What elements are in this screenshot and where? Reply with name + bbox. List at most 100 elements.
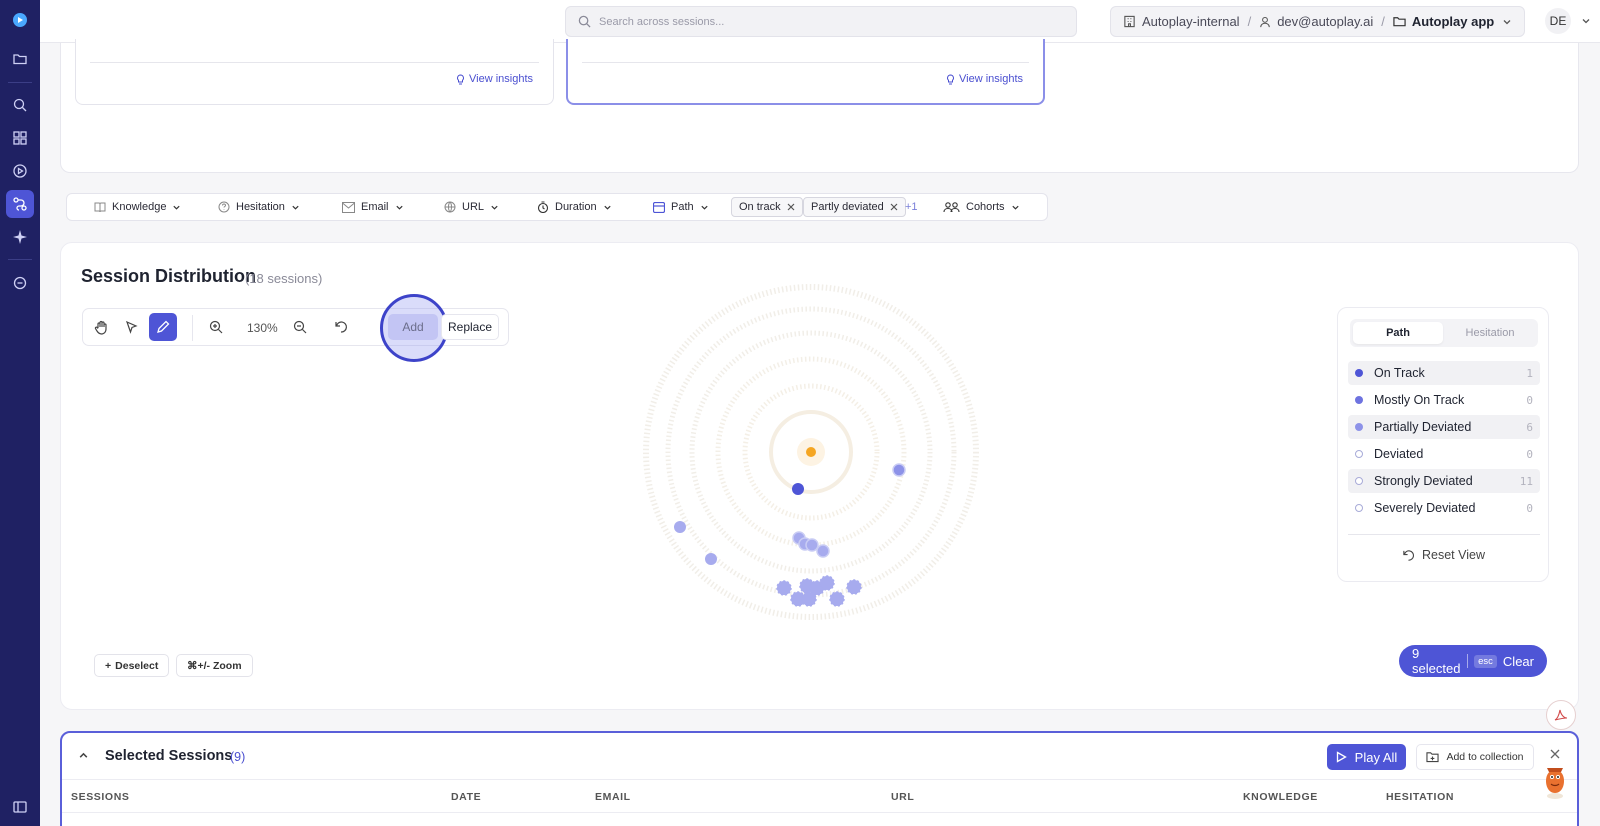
dashboard-icon[interactable]: [6, 124, 34, 152]
paths-icon[interactable]: [6, 190, 34, 218]
replace-mode-button[interactable]: Replace: [441, 314, 499, 340]
legend-count: 1: [1526, 366, 1533, 380]
chevron-down-icon: [701, 205, 708, 210]
play-icon: [1336, 751, 1347, 763]
building-icon: [1124, 15, 1135, 28]
close-icon[interactable]: [787, 203, 795, 211]
table-header: SESSIONS DATE EMAIL URL KNOWLEDGE HESITA…: [62, 779, 1577, 813]
chevron-down-icon: [1011, 205, 1019, 210]
legend-label: On Track: [1374, 366, 1425, 380]
filter-url[interactable]: URL: [444, 194, 499, 220]
zoom-in-button[interactable]: [202, 313, 230, 341]
play-all-label: Play All: [1354, 749, 1398, 765]
breadcrumb[interactable]: Autoplay-internal / dev@autoplay.ai / Au…: [1110, 6, 1525, 37]
deselect-label: Deselect: [115, 659, 159, 672]
selected-sessions-panel: Selected Sessions (9) Play All Add to co…: [60, 731, 1579, 826]
filter-email[interactable]: Email: [342, 194, 404, 220]
acrobat-icon[interactable]: [1546, 700, 1576, 730]
timer-icon: [537, 201, 549, 213]
legend-item[interactable]: Strongly Deviated 11: [1348, 469, 1540, 493]
cursor-icon: [125, 320, 138, 334]
rail-divider: [8, 259, 32, 260]
filter-duration[interactable]: Duration: [537, 194, 612, 220]
legend-item[interactable]: Partially Deviated 6: [1348, 415, 1540, 439]
filter-chip[interactable]: Partly deviated: [803, 197, 906, 217]
search-input[interactable]: Search across sessions...: [565, 6, 1077, 37]
globe-icon: [444, 201, 456, 213]
legend-count: 11: [1519, 474, 1533, 488]
view-insights-link[interactable]: View insights: [946, 73, 1023, 85]
close-icon[interactable]: [1550, 749, 1560, 759]
column-header[interactable]: URL: [891, 791, 914, 803]
add-to-collection-button[interactable]: Add to collection: [1416, 744, 1534, 770]
chevron-down-icon[interactable]: [1581, 16, 1591, 26]
reset-view-button[interactable]: Reset View: [1402, 548, 1485, 562]
legend-item[interactable]: Mostly On Track 0: [1348, 388, 1540, 412]
insight-card-selected[interactable]: View insights: [566, 39, 1045, 105]
play-circle-icon[interactable]: [6, 157, 34, 185]
breadcrumb-app[interactable]: Autoplay app: [1412, 14, 1494, 29]
sparkle-icon[interactable]: [6, 223, 34, 251]
filter-path[interactable]: Path: [653, 194, 709, 220]
tab-path[interactable]: Path: [1353, 322, 1443, 344]
chevron-up-icon[interactable]: [78, 750, 89, 761]
filter-duration-label: Duration: [555, 201, 597, 213]
deselect-button[interactable]: + Deselect: [94, 654, 170, 677]
breadcrumb-user[interactable]: dev@autoplay.ai: [1277, 14, 1373, 29]
toolbar-divider: [192, 315, 193, 341]
chevron-down-icon[interactable]: [1502, 17, 1512, 27]
chat-icon[interactable]: [6, 269, 34, 297]
reset-zoom-button[interactable]: [327, 313, 355, 341]
plus-icon: +: [105, 659, 112, 672]
filter-hesitation[interactable]: Hesitation: [218, 194, 300, 220]
breadcrumb-separator: /: [1247, 14, 1252, 29]
mascot-icon[interactable]: [1540, 760, 1570, 802]
session-point: [705, 553, 717, 565]
logo-icon[interactable]: [6, 6, 34, 34]
play-all-button[interactable]: Play All: [1327, 744, 1406, 770]
breadcrumb-org[interactable]: Autoplay-internal: [1142, 14, 1240, 29]
add-mode-button[interactable]: Add: [388, 314, 438, 340]
column-header[interactable]: DATE: [451, 791, 481, 803]
search-icon[interactable]: [6, 91, 34, 119]
user-menu[interactable]: DE: [1545, 8, 1591, 34]
select-tool-button[interactable]: [118, 313, 146, 341]
folder-icon: [1393, 17, 1406, 27]
legend-label: Severely Deviated: [1374, 501, 1476, 515]
avatar[interactable]: DE: [1545, 8, 1571, 34]
filter-chip-label: On track: [739, 201, 781, 213]
zoom-level: 130%: [247, 321, 278, 335]
close-icon[interactable]: [890, 203, 898, 211]
rail-divider: [8, 82, 32, 83]
legend-item[interactable]: On Track 1: [1348, 361, 1540, 385]
breadcrumb-separator: /: [1381, 14, 1385, 29]
folder-icon[interactable]: [6, 45, 34, 73]
legend-item[interactable]: Deviated 0: [1348, 442, 1540, 466]
column-header[interactable]: SESSIONS: [71, 791, 129, 803]
more-filters-count[interactable]: +1: [905, 201, 918, 213]
filter-cohorts[interactable]: Cohorts: [943, 194, 1020, 220]
chevron-down-icon: [292, 205, 299, 210]
column-header[interactable]: KNOWLEDGE: [1243, 791, 1318, 803]
legend-panel: Path Hesitation On Track 1 Mostly On Tra…: [1337, 307, 1549, 582]
clear-selection-button[interactable]: Clear: [1503, 654, 1534, 669]
hand-tool-button[interactable]: [87, 313, 115, 341]
legend-item[interactable]: Severely Deviated 0: [1348, 496, 1540, 520]
filter-chip[interactable]: On track: [731, 197, 803, 217]
search-placeholder: Search across sessions...: [599, 15, 725, 28]
session-point: [846, 579, 862, 595]
selected-sessions-title: Selected Sessions: [105, 748, 233, 764]
insight-card[interactable]: View insights: [75, 39, 554, 105]
sidebar-toggle-icon[interactable]: [6, 793, 34, 821]
column-header[interactable]: HESITATION: [1386, 791, 1454, 803]
selection-pill: 9 selected esc Clear: [1399, 645, 1547, 677]
legend-dot: [1355, 396, 1363, 404]
tab-hesitation[interactable]: Hesitation: [1445, 322, 1535, 344]
zoom-hint-button[interactable]: ⌘+/- Zoom: [176, 654, 253, 677]
column-header[interactable]: EMAIL: [595, 791, 631, 803]
view-insights-link[interactable]: View insights: [456, 73, 533, 85]
filter-knowledge[interactable]: Knowledge: [94, 194, 181, 220]
zoom-out-button[interactable]: [286, 313, 314, 341]
view-insights-label: View insights: [959, 73, 1023, 85]
draw-tool-button[interactable]: [149, 313, 177, 341]
